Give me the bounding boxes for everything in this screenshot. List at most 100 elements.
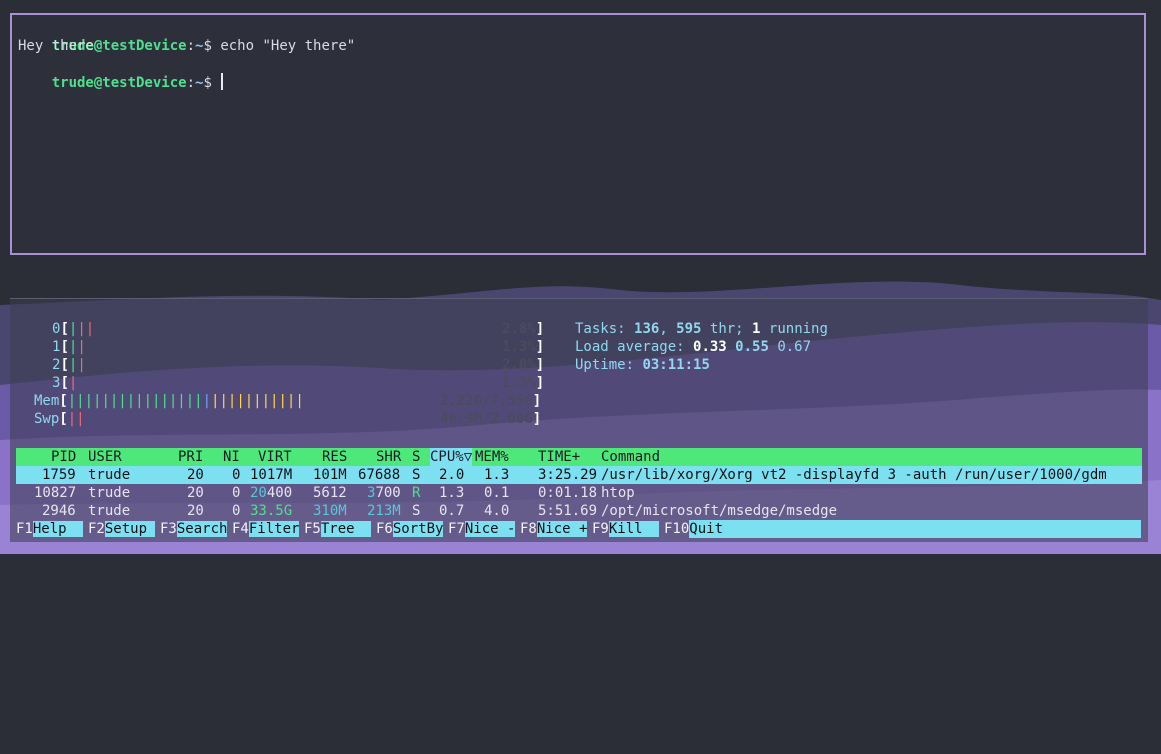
prompt-colon: : [186,75,196,91]
col-mem[interactable]: MEM% [475,448,509,466]
fkey-key: F4 [232,521,249,537]
cpu-percent: 2.8% [502,321,536,337]
fkey-help[interactable]: F1Help [16,520,84,538]
col-pid[interactable]: PID [51,448,76,466]
tasks-info: Tasks: 136, 595 thr; 1 running [575,320,828,338]
proc-time: 3:25.29 [538,467,598,483]
mem-meter: Mem[|||||||||||||||||||||||||||| [34,392,304,410]
proc-pri: 20 [187,467,204,483]
uptime-label: Uptime: [575,357,643,373]
proc-pid: 10827 [34,485,77,501]
col-command[interactable]: Command [601,448,660,466]
proc-virt-low: 400 [266,485,293,501]
proc-mem: 4.0 [484,503,510,519]
fkey-nice-minus[interactable]: F7Nice - [448,520,516,538]
proc-cpu: 2.0 [439,467,465,483]
col-state[interactable]: S [412,448,420,466]
fkey-label: Nice - [464,521,516,537]
tasks-count: 136 [634,321,660,337]
process-row[interactable]: 10827 trude 20 0 20400 5612 3700 R 1.3 0… [16,484,1142,502]
proc-cpu: 0.7 [439,503,465,519]
prompt-symbol: $ [203,38,221,54]
load-average: Load average: 0.33 0.55 0.67 [575,338,811,356]
fkey-setup[interactable]: F2Setup [88,520,156,538]
proc-shr-low: 700 [375,485,401,501]
meter-close-bracket: ] [532,411,542,427]
htop-pane[interactable]: 0[||| 2.8%] 1[|| 1.3%] 2[|| 2.0%] 3[| 1.… [10,298,1148,542]
col-virt[interactable]: VIRT [258,448,292,466]
threads-label: thr; [701,321,753,337]
meter-open-bracket: [ [60,357,69,373]
cpu-meter-3: 3[| [52,374,77,392]
process-row[interactable]: 1759 trude 20 0 1017M 101M 67688 S 2.0 1… [16,466,1142,484]
cpu-bar-kernel: | [68,375,78,391]
load-1min: 0.33 [693,339,727,355]
proc-user: trude [88,467,131,483]
meter-open-bracket: [ [60,339,69,355]
proc-res: 310M [313,503,347,519]
cpu-value-2: 2.0%] [502,356,544,374]
cpu-meter-0: 0[||| [52,320,94,338]
swap-bar-used: || [67,411,85,427]
cpu-bar-kernel: | [77,339,86,355]
col-user[interactable]: USER [88,448,122,466]
meter-open-bracket: [ [59,393,68,409]
proc-pri: 20 [187,485,204,501]
process-table-header[interactable]: PID USER PRI NI VIRT RES SHR S CPU%▽ MEM… [16,448,1142,466]
proc-ni: 0 [232,503,241,519]
fkey-filter[interactable]: F4Filter [232,520,300,538]
terminal-line-1: trude@testDevice:~$ echo "Hey there" [18,19,355,54]
fkey-search[interactable]: F3Search [160,520,228,538]
cpu-value-1: 1.3%] [502,338,544,356]
proc-time: 0:01.18 [538,485,598,501]
load-15min: 0.67 [777,339,812,355]
swap-value: 46.9M/2.00G] [440,410,541,428]
col-pri[interactable]: PRI [178,448,203,466]
meter-close-bracket: ] [535,375,545,391]
mem-bar-used: |||||||||||||||| [67,393,203,409]
text-cursor [221,73,224,90]
fkey-quit[interactable]: F10Quit [664,520,1142,538]
running-label: running [760,321,828,337]
prompt-symbol: $ [203,75,221,91]
fkey-label: SortBy [392,521,444,537]
terminal-line-3[interactable]: trude@testDevice:~$ [18,55,224,91]
fkey-label: Help [32,521,84,537]
fkey-label: Tree [320,521,372,537]
meter-close-bracket: ] [535,357,545,373]
fkey-tree[interactable]: F5Tree [304,520,372,538]
fkey-nice-plus[interactable]: F8Nice + [520,520,588,538]
col-time[interactable]: TIME+ [538,448,580,466]
col-cpu-sorted[interactable]: CPU%▽ [430,448,473,466]
fkey-key: F9 [592,521,609,537]
process-row[interactable]: 2946 trude 20 0 33.5G 310M 213M S 0.7 4.… [16,502,1142,520]
proc-res: 5612 [313,485,347,501]
cpu-percent: 2.0% [502,357,536,373]
fkey-sortby[interactable]: F6SortBy [376,520,444,538]
swap-label: Swp [34,411,60,427]
proc-command: /opt/microsoft/msedge/msedge [601,503,838,519]
col-ni[interactable]: NI [223,448,240,466]
cpu-bar-kernel: || [77,321,95,337]
fkey-kill[interactable]: F9Kill [592,520,660,538]
sort-desc-icon: ▽ [463,449,473,465]
proc-pid: 2946 [42,503,76,519]
fkey-label: Search [176,521,228,537]
col-res[interactable]: RES [322,448,347,466]
proc-shr: 3700 [367,484,401,502]
meter-open-bracket: [ [60,321,69,337]
terminal-window[interactable]: trude@testDevice:~$ echo "Hey there" Hey… [10,13,1146,255]
proc-ni: 0 [232,485,241,501]
fkey-label: Filter [248,521,300,537]
col-shr[interactable]: SHR [376,448,401,466]
command-text: echo "Hey there" [220,38,356,54]
fkey-label: Kill [608,521,660,537]
cpu-percent: 1.3% [502,339,536,355]
fkey-key: F2 [88,521,105,537]
terminal-output: Hey there [18,38,94,54]
prompt-colon: : [186,38,196,54]
meter-open-bracket: [ [60,375,69,391]
fkey-key: F5 [304,521,321,537]
proc-mem: 0.1 [484,485,510,501]
meter-close-bracket: ] [535,321,545,337]
